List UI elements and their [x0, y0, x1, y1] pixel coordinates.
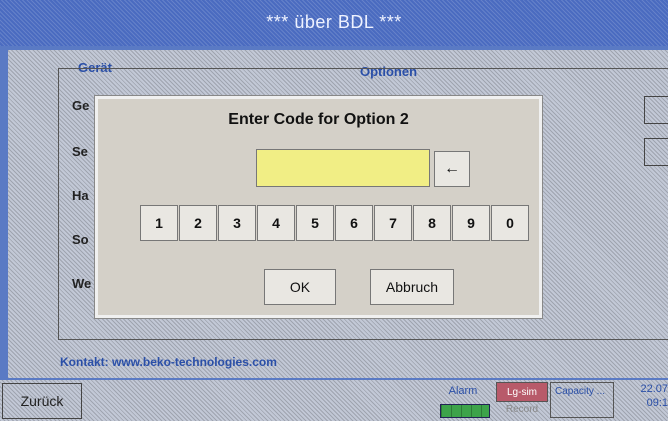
- key-6[interactable]: 6: [335, 205, 373, 241]
- dialog-title: Enter Code for Option 2: [228, 111, 409, 128]
- alarm-label[interactable]: Alarm: [432, 382, 494, 400]
- time-text: 09:1: [646, 397, 668, 409]
- key-3[interactable]: 3: [218, 205, 256, 241]
- contact-text: Kontakt: www.beko-technologies.com: [60, 355, 277, 369]
- bg-row-label-1: Ge: [72, 98, 90, 113]
- key-9[interactable]: 9: [452, 205, 490, 241]
- back-button[interactable]: Zurück: [2, 383, 82, 419]
- window-title: *** über BDL ***: [266, 12, 402, 32]
- keypad: 1 2 3 4 5 6 7 8 9 0: [140, 205, 529, 241]
- backspace-button[interactable]: ←: [434, 151, 470, 187]
- key-1[interactable]: 1: [140, 205, 178, 241]
- key-5[interactable]: 5: [296, 205, 334, 241]
- bg-row-label-3: Ha: [72, 188, 89, 203]
- bg-row-label-4: So: [72, 232, 89, 247]
- code-input[interactable]: [256, 149, 430, 187]
- bg-option-button-1: [644, 96, 668, 124]
- bg-option-button-2: [644, 138, 668, 166]
- record-label: Record: [505, 404, 539, 415]
- key-7[interactable]: 7: [374, 205, 412, 241]
- lg-sim-badge[interactable]: Lg-sim: [496, 382, 548, 402]
- key-2[interactable]: 2: [179, 205, 217, 241]
- ok-button[interactable]: OK: [264, 269, 336, 305]
- cancel-button[interactable]: Abbruch: [370, 269, 454, 305]
- date-time: 22.07 09:1: [618, 382, 668, 418]
- bg-row-label-5: We: [72, 276, 92, 291]
- alarm-status-indicator: [440, 404, 490, 418]
- date-text: 22.07: [640, 383, 668, 395]
- key-8[interactable]: 8: [413, 205, 451, 241]
- bg-row-label-2: Se: [72, 144, 88, 159]
- title-bar: *** über BDL ***: [0, 0, 668, 46]
- key-4[interactable]: 4: [257, 205, 295, 241]
- key-0[interactable]: 0: [491, 205, 529, 241]
- capacity-button[interactable]: Capacity ...: [550, 382, 614, 418]
- enter-code-dialog: Enter Code for Option 2 ← 1 2 3 4 5 6 7 …: [95, 96, 542, 318]
- backspace-arrow-icon: ←: [444, 160, 460, 177]
